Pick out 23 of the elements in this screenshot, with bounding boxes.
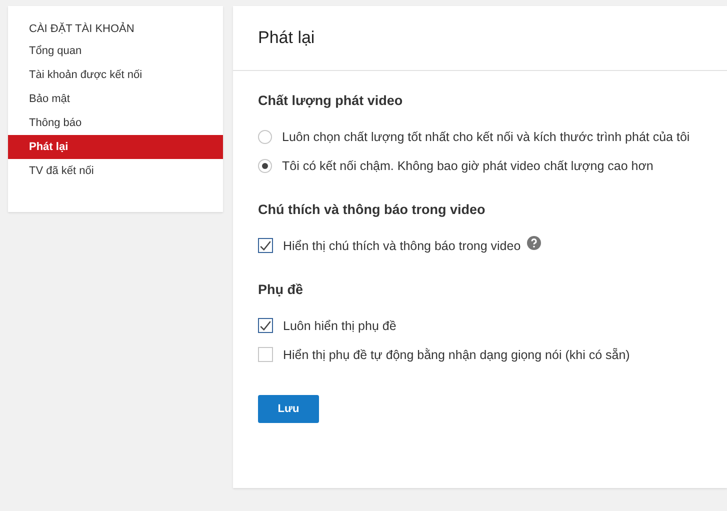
checkbox[interactable] (258, 347, 273, 362)
help-icon[interactable] (526, 236, 541, 250)
option-label: Luôn hiển thị phụ đề (283, 318, 396, 332)
radio-button[interactable] (258, 158, 272, 172)
sidebar-item[interactable]: TV đã kết nối (8, 159, 223, 183)
option-label: Tôi có kết nối chậm. Không bao giờ phát video chất lượng cao hơn (282, 158, 654, 172)
section-title: Chú thích và thông báo trong video (258, 202, 486, 217)
save-button[interactable]: Lưu (258, 395, 319, 423)
sidebar-item[interactable]: Tổng quan (8, 39, 223, 63)
radio-button[interactable] (258, 130, 272, 144)
sidebar-heading: CÀI ĐẶT TÀI KHOẢN (28, 23, 136, 37)
option-label: Hiển thị chú thích và thông báo trong video (283, 238, 521, 252)
sidebar-item[interactable]: Tài khoản được kết nối (8, 63, 223, 87)
option-label: Luôn chọn chất lượng tốt nhất cho kết nối và kích thước trình phát của tôi (282, 130, 690, 144)
sidebar-item[interactable]: Bảo mật (8, 87, 223, 111)
option-label: Hiển thị phụ đề tự động bằng nhận dạng giọng nói (khi có sẵn) (283, 348, 630, 362)
checkbox[interactable] (258, 318, 273, 333)
section-title: Chất lượng phát video (258, 93, 404, 108)
sidebar-item[interactable]: Thông báo (8, 111, 223, 135)
section-title: Phụ đề (258, 282, 304, 297)
page-title: Phát lại (258, 28, 315, 48)
sidebar-item[interactable]: Phát lại (8, 135, 223, 159)
checkbox[interactable] (258, 238, 273, 253)
